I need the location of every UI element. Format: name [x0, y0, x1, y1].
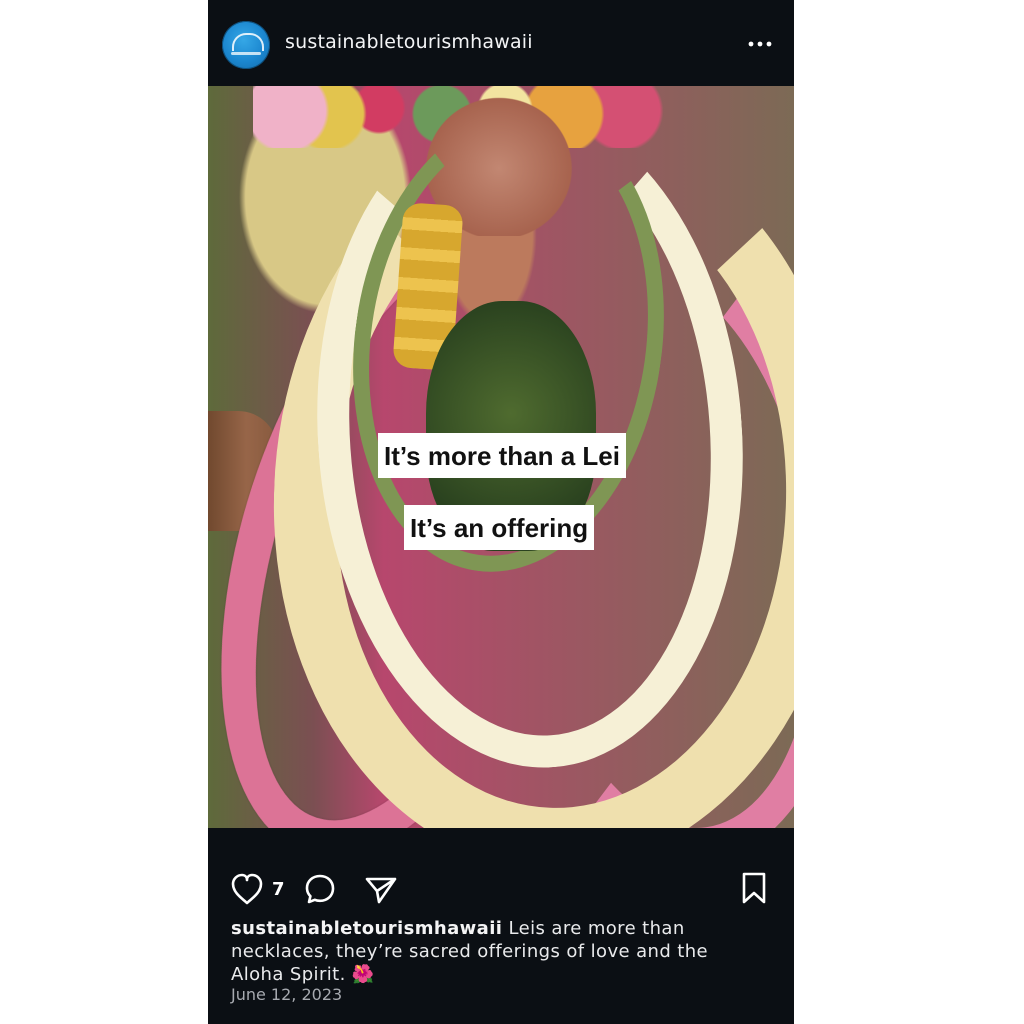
post-actions: 7 sustainabletourismhawaii Leis are more… — [208, 828, 794, 1024]
post-caption: sustainabletourismhawaii Leis are more t… — [231, 917, 766, 986]
post-header: sustainabletourismhawaii — [208, 0, 794, 86]
caption-username[interactable]: sustainabletourismhawaii — [231, 918, 502, 939]
instagram-post: sustainabletourismhawaii It’s more than … — [208, 0, 794, 1024]
like-count[interactable]: 7 — [272, 879, 285, 900]
heart-icon[interactable] — [229, 872, 265, 906]
profile-avatar[interactable] — [222, 21, 270, 69]
avatar-logo-mark — [232, 33, 264, 51]
avatar-logo-text-mark — [231, 52, 261, 55]
person-face — [414, 86, 584, 236]
post-image[interactable]: It’s more than a Lei It’s an offering — [208, 86, 794, 828]
person-hand — [208, 411, 278, 531]
bookmark-icon[interactable] — [739, 871, 769, 905]
overlay-text-line1: It’s more than a Lei — [378, 433, 626, 478]
comment-icon[interactable] — [303, 872, 337, 906]
post-username[interactable]: sustainabletourismhawaii — [285, 31, 533, 53]
overlay-text-line2: It’s an offering — [404, 505, 595, 550]
send-icon[interactable] — [364, 874, 398, 906]
post-date: June 12, 2023 — [231, 985, 343, 1004]
more-horizontal-icon[interactable] — [746, 30, 774, 58]
